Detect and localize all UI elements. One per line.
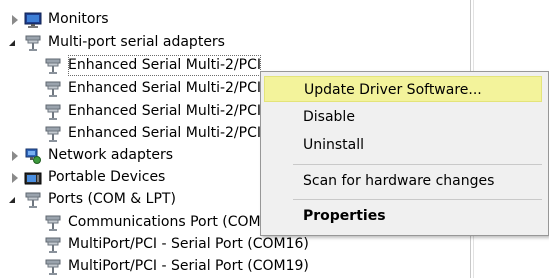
serial-port-icon	[45, 259, 61, 275]
tree-item-label: Enhanced Serial Multi-2/PCI	[68, 57, 261, 73]
menu-separator	[293, 199, 542, 200]
serial-port-icon	[25, 35, 41, 51]
tree-item-multi-port-serial-adapters[interactable]: Multi-port serial adapters	[6, 32, 225, 53]
collapse-arrow-icon[interactable]	[6, 194, 18, 206]
tree-item-enhanced-serial-1[interactable]: Enhanced Serial Multi-2/PCI	[44, 55, 261, 76]
tree-item-label: Network adapters	[48, 147, 173, 163]
menu-item-disable[interactable]: Disable	[264, 104, 542, 130]
expand-arrow-icon[interactable]	[6, 150, 25, 165]
tree-item-label: Enhanced Serial Multi-2/PCI	[68, 103, 261, 119]
tree-item-ports[interactable]: Ports (COM & LPT)	[6, 189, 176, 210]
tree-item-multiport-com16[interactable]: MultiPort/PCI - Serial Port (COM16)	[44, 234, 309, 255]
tree-item-label: Multi-port serial adapters	[48, 34, 225, 50]
serial-port-icon	[45, 58, 61, 74]
tree-item-label: MultiPort/PCI - Serial Port (COM19)	[68, 258, 309, 274]
tree-item-enhanced-serial-3[interactable]: Enhanced Serial Multi-2/PCI	[44, 101, 261, 122]
collapse-arrow-icon[interactable]	[6, 37, 18, 49]
tree-item-label: Communications Port (COM	[68, 214, 261, 230]
device-manager-tree-area: Monitors Multi-port serial adapters Enha…	[0, 0, 549, 278]
network-adapter-icon	[25, 148, 41, 164]
serial-port-icon	[45, 81, 61, 97]
serial-port-icon	[45, 126, 61, 142]
tree-item-label: Portable Devices	[48, 169, 166, 185]
tree-item-label: MultiPort/PCI - Serial Port (COM16)	[68, 236, 309, 252]
menu-item-uninstall[interactable]: Uninstall	[264, 132, 542, 158]
expand-arrow-icon[interactable]	[6, 172, 25, 187]
menu-item-update-driver-software[interactable]: Update Driver Software...	[264, 76, 542, 102]
tree-item-enhanced-serial-4[interactable]: Enhanced Serial Multi-2/PCI	[44, 123, 261, 144]
tree-item-multiport-com19[interactable]: MultiPort/PCI - Serial Port (COM19)	[44, 256, 309, 277]
tree-item-label: Enhanced Serial Multi-2/PCI	[68, 125, 261, 141]
serial-port-icon	[45, 215, 61, 231]
tree-item-communications-port[interactable]: Communications Port (COM	[44, 212, 261, 233]
tree-item-enhanced-serial-2[interactable]: Enhanced Serial Multi-2/PCI	[44, 78, 261, 99]
tree-item-portable-devices[interactable]: Portable Devices	[6, 167, 165, 188]
tree-item-label: Ports (COM & LPT)	[48, 191, 176, 207]
serial-port-icon	[45, 237, 61, 253]
menu-item-properties[interactable]: Properties	[264, 203, 542, 229]
expand-arrow-icon[interactable]	[6, 14, 25, 29]
context-menu: Update Driver Software... Disable Uninst…	[260, 71, 549, 236]
tree-item-label: Monitors	[48, 11, 109, 27]
menu-separator	[293, 164, 542, 165]
tree-item-network-adapters[interactable]: Network adapters	[6, 145, 173, 166]
menu-item-scan-for-hardware-changes[interactable]: Scan for hardware changes	[264, 168, 542, 194]
monitor-icon	[24, 12, 42, 28]
tree-item-label: Enhanced Serial Multi-2/PCI	[68, 80, 261, 96]
serial-port-icon	[45, 104, 61, 120]
serial-port-icon	[25, 192, 41, 208]
tree-item-monitors[interactable]: Monitors	[6, 9, 109, 30]
portable-device-icon	[24, 172, 42, 184]
